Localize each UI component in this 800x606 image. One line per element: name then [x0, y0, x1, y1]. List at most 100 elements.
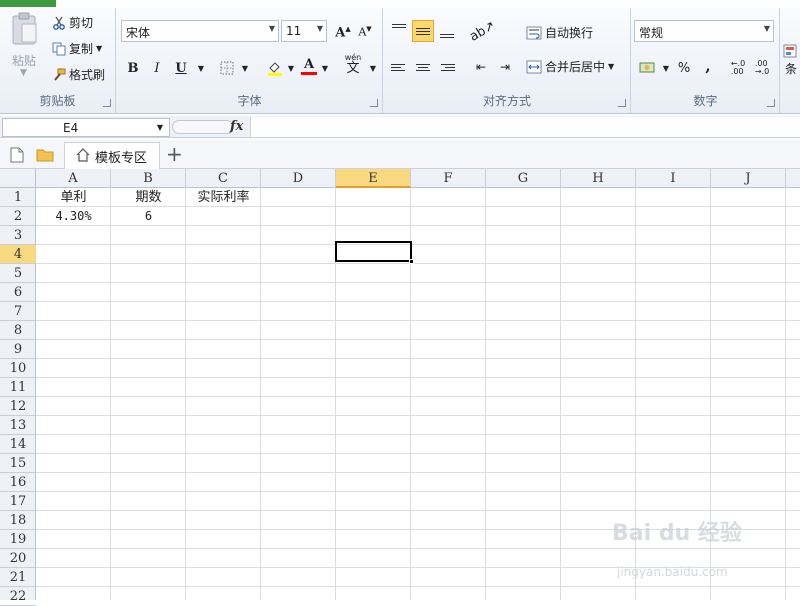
- paste-icon[interactable]: [10, 12, 40, 48]
- row-header-5[interactable]: 5: [0, 264, 36, 283]
- row-header-2[interactable]: 2: [0, 207, 36, 226]
- row-header-20[interactable]: 20: [0, 549, 36, 568]
- align-left-button[interactable]: [388, 56, 410, 78]
- column-header-d[interactable]: D: [261, 169, 336, 188]
- active-cell-selection[interactable]: [335, 241, 412, 262]
- align-top-button[interactable]: [388, 20, 410, 42]
- cut-button[interactable]: 剪切: [52, 14, 93, 31]
- column-header-c[interactable]: C: [186, 169, 261, 188]
- row-header-21[interactable]: 21: [0, 568, 36, 587]
- row-header-12[interactable]: 12: [0, 397, 36, 416]
- cell-a1[interactable]: 单利: [36, 188, 111, 207]
- insert-function-button[interactable]: fx: [230, 119, 243, 134]
- formula-input[interactable]: [250, 117, 800, 137]
- paste-button-label[interactable]: 粘贴: [12, 52, 36, 69]
- align-right-button[interactable]: [436, 56, 458, 78]
- phonetic-button[interactable]: wén 文: [343, 53, 363, 76]
- row-header-11[interactable]: 11: [0, 378, 36, 397]
- new-document-icon[interactable]: [10, 147, 24, 166]
- row-header-8[interactable]: 8: [0, 321, 36, 340]
- file-tab[interactable]: [0, 0, 56, 7]
- home-icon: [75, 147, 91, 165]
- bold-button[interactable]: B: [123, 58, 143, 78]
- alignment-dialog-launcher-icon[interactable]: [618, 99, 626, 107]
- font-size-dropdown-icon[interactable]: ▼: [317, 24, 323, 33]
- new-tab-button[interactable]: +: [166, 142, 183, 166]
- select-all-corner[interactable]: [0, 169, 36, 188]
- row-header-16[interactable]: 16: [0, 473, 36, 492]
- border-dropdown-icon[interactable]: ▼: [235, 58, 255, 78]
- number-format-dropdown-icon[interactable]: ▼: [764, 24, 770, 33]
- row-header-15[interactable]: 15: [0, 454, 36, 473]
- conditional-format-icon[interactable]: [783, 44, 797, 58]
- cell-a2[interactable]: 4.30%: [36, 207, 111, 226]
- orientation-button[interactable]: ab↗: [468, 18, 499, 45]
- row-header-6[interactable]: 6: [0, 283, 36, 302]
- format-painter-button[interactable]: 格式刷: [52, 66, 105, 83]
- conditional-format-label[interactable]: 条: [785, 60, 797, 77]
- column-header-g[interactable]: G: [486, 169, 561, 188]
- align-center-button[interactable]: [412, 56, 434, 78]
- comma-button[interactable]: ,: [698, 56, 718, 76]
- phonetic-dropdown-icon[interactable]: ▼: [363, 58, 383, 78]
- wrap-text-button[interactable]: 自动换行: [526, 24, 593, 41]
- italic-button[interactable]: I: [147, 58, 167, 78]
- grow-font-button[interactable]: A▲: [333, 22, 353, 42]
- row-header-3[interactable]: 3: [0, 226, 36, 245]
- accounting-format-button[interactable]: [638, 58, 658, 78]
- formula-bar-splitter[interactable]: [172, 120, 234, 134]
- fill-handle[interactable]: [409, 259, 414, 264]
- row-header-14[interactable]: 14: [0, 435, 36, 454]
- column-header-a[interactable]: A: [36, 169, 111, 188]
- cell-c1[interactable]: 实际利率: [186, 188, 261, 207]
- column-header-b[interactable]: B: [111, 169, 186, 188]
- column-header-j[interactable]: J: [711, 169, 786, 188]
- cell-b1[interactable]: 期数: [111, 188, 186, 207]
- copy-button[interactable]: 复制 ▼: [52, 40, 102, 57]
- decrease-indent-button[interactable]: ⇤: [470, 56, 492, 78]
- number-format-combo[interactable]: 常规 ▼: [634, 20, 774, 42]
- open-folder-icon[interactable]: [36, 147, 54, 165]
- increase-indent-button[interactable]: ⇥: [494, 56, 516, 78]
- row-header-7[interactable]: 7: [0, 302, 36, 321]
- row-header-4[interactable]: 4: [0, 245, 36, 264]
- row-header-17[interactable]: 17: [0, 492, 36, 511]
- column-header-e[interactable]: E: [336, 169, 411, 188]
- column-header-f[interactable]: F: [411, 169, 486, 188]
- clipboard-dialog-launcher-icon[interactable]: [103, 99, 111, 107]
- cell-b2[interactable]: 6: [111, 207, 186, 226]
- row-header-1[interactable]: 1: [0, 188, 36, 207]
- row-header-13[interactable]: 13: [0, 416, 36, 435]
- row-header-18[interactable]: 18: [0, 511, 36, 530]
- fill-color-dropdown-icon[interactable]: ▼: [281, 58, 301, 78]
- merge-center-button[interactable]: 合并后居中 ▼: [526, 58, 614, 75]
- shrink-font-button[interactable]: A▼: [355, 22, 375, 42]
- name-box[interactable]: E4 ▼: [2, 118, 170, 137]
- row-header-10[interactable]: 10: [0, 359, 36, 378]
- row-header-22[interactable]: 22: [0, 587, 36, 606]
- merge-center-dropdown-icon[interactable]: ▼: [608, 62, 614, 71]
- font-dialog-launcher-icon[interactable]: [370, 99, 378, 107]
- tab-template-zone[interactable]: 模板专区: [64, 142, 160, 169]
- paste-dropdown-icon[interactable]: ▼: [20, 68, 27, 78]
- align-bottom-button[interactable]: [436, 20, 458, 42]
- name-box-dropdown-icon[interactable]: ▼: [157, 123, 163, 132]
- font-color-dropdown-icon[interactable]: ▼: [315, 58, 335, 78]
- increase-decimal-button[interactable]: ←.0.00: [728, 58, 748, 78]
- column-header-i[interactable]: I: [636, 169, 711, 188]
- column-header-h[interactable]: H: [561, 169, 636, 188]
- font-name-dropdown-icon[interactable]: ▼: [269, 24, 275, 33]
- percent-button[interactable]: %: [674, 58, 694, 78]
- font-name-combo[interactable]: 宋体 ▼: [121, 20, 279, 42]
- underline-button[interactable]: U: [171, 58, 191, 78]
- copy-dropdown-icon[interactable]: ▼: [96, 44, 102, 53]
- row-header-19[interactable]: 19: [0, 530, 36, 549]
- border-button[interactable]: [217, 58, 237, 78]
- font-size-combo[interactable]: 11 ▼: [281, 20, 327, 42]
- accounting-dropdown-icon[interactable]: ▼: [656, 58, 676, 78]
- decrease-decimal-button[interactable]: .00 →.0: [752, 58, 772, 78]
- number-dialog-launcher-icon[interactable]: [767, 99, 775, 107]
- underline-dropdown-icon[interactable]: ▼: [191, 58, 211, 78]
- align-middle-button[interactable]: [412, 20, 434, 42]
- row-header-9[interactable]: 9: [0, 340, 36, 359]
